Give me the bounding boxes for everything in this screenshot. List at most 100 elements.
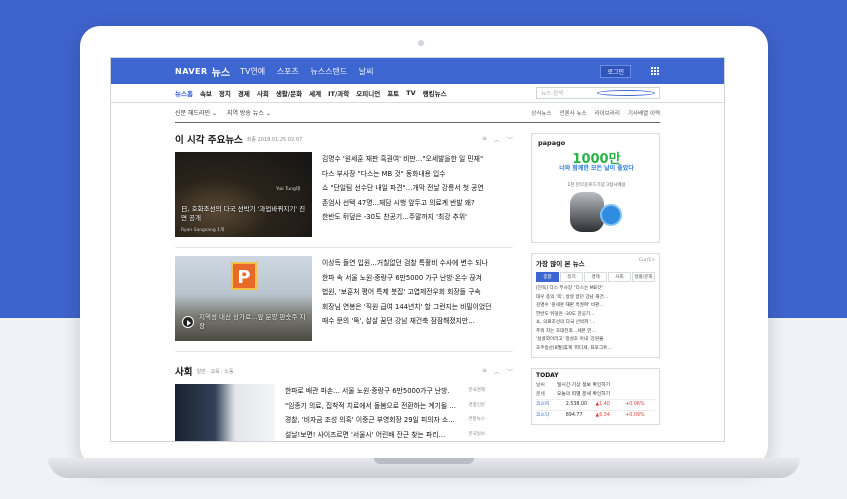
chevron-up-icon[interactable]: ︿: [494, 367, 500, 376]
menu-item-home[interactable]: 뉴스홈: [175, 88, 193, 98]
stock-row-kospi[interactable]: 코스피 2,538.00 ▲1.40 +0.06%: [536, 399, 655, 410]
menu-item-it[interactable]: IT/과학: [328, 88, 349, 98]
news-thumbnail-2[interactable]: P 지역성 내신 상가로…앞 분양 판숫주 지장: [175, 256, 312, 341]
menu-item-tv[interactable]: TV: [406, 89, 415, 97]
main-news-title: 이 시각 주요뉴스: [175, 135, 243, 146]
headline-item[interactable]: 한파 속 서울 노원·중랑구 6만5000 가구 난방·온수 끊겨: [322, 271, 512, 286]
play-icon[interactable]: [182, 316, 194, 328]
ranking-item[interactable]: 대우 종의 '쪽', 살살 끌던 강남 재건…: [536, 294, 655, 303]
thumbnail-caption-1[interactable]: 日, 호화조선의 다국 선박기 '과업바꿔지기' 진면 공개: [181, 205, 306, 223]
ranking-item[interactable]: 한반도 뒤덮은 -30도 찬공기…: [536, 311, 655, 320]
divider: [175, 247, 513, 248]
society-title: 사회: [175, 367, 193, 378]
news-block-2: P 지역성 내신 상가로…앞 분양 판숫주 지장 이상득 돌연 입원…거칠없던 …: [175, 256, 513, 341]
ranking-pager[interactable]: Cur/1>: [639, 258, 655, 268]
headline-list-1: 김명수 '원세훈 재판 흑권여' 비판…"오세발을한 일 민재" 다스 부사장 …: [322, 152, 512, 237]
today-fortune-row[interactable]: 운세 오늘의 띠별 운세 확인하기: [536, 390, 655, 399]
headline-list-2: 이상득 돌연 입원…거칠없던 검찰 특활비 수사에 변수 되나 한파 속 서울 …: [322, 256, 512, 341]
society-subtabs[interactable]: 일반 · 교육 · 노동: [196, 368, 233, 375]
thumbnail-credit: Ryan Sangsang 1개: [181, 228, 225, 233]
apps-grid-icon[interactable]: [651, 66, 660, 76]
chevron-up-icon[interactable]: ︿: [494, 135, 500, 144]
menu-item-society[interactable]: 사회: [257, 88, 269, 98]
headline-item[interactable]: 존엄사 선택 47명...재담 시행 앞두고 의료계 반발 왜?: [322, 196, 512, 211]
headline-item[interactable]: 회장님 연봉은 '직원 급여 144년치' 할 그런지는 비밀이었던: [322, 300, 512, 315]
chevron-down-icon[interactable]: ﹀: [507, 135, 513, 144]
main-column: 이 시각 주요뉴스 최종 2018.01.25 02:07 ≡ ︿ ﹀ Yuk …: [175, 128, 513, 442]
headline-item[interactable]: 법원, '보훈처 평어 특제 붓잡' 고엽제전우회 회장들 구속: [322, 285, 512, 300]
login-button[interactable]: 로그인: [600, 64, 631, 78]
chevron-down-icon[interactable]: ﹀: [507, 367, 513, 376]
ranking-tabs: 종합 정치 경제 사회 생활/문화: [536, 272, 655, 282]
headline-item[interactable]: "임종기 의료, 집착적 치료에서 돌봄으로 전환하는 계기될 … 경향신문: [285, 399, 485, 414]
list-view-icon[interactable]: ≡: [482, 367, 487, 376]
laptop-notch: [374, 458, 474, 464]
headline-item[interactable]: 다스 부사장 "다스는 MB 것" 동화내용 입수: [322, 167, 512, 182]
top-link-weather[interactable]: 날씨: [359, 67, 374, 76]
subnav-link-1[interactable]: 상식뉴스: [531, 109, 551, 117]
headline-item[interactable]: 한반도 뒤덮은 -30도 찬공기…주말까지 '최강 추위': [322, 210, 512, 225]
menu-item-opinion[interactable]: 오피니언: [356, 88, 380, 98]
stock-row-kosdaq[interactable]: 코스닥 894.77 ▲6.34 +0.09%: [536, 410, 655, 421]
top-links: TV연예 스포츠 뉴스스탠드 날씨: [240, 66, 382, 77]
main-news-header: 이 시각 주요뉴스 최종 2018.01.25 02:07 ≡ ︿ ﹀: [175, 128, 513, 150]
camera-dot: [418, 40, 424, 46]
ranking-list: [단독] 다스 부사장 "다스는 MB것" 대우 종의 '쪽', 살살 끌던 강…: [536, 285, 655, 353]
ad-brand: papago: [538, 139, 566, 147]
headline-item[interactable]: 김명수 '원세훈 재판 흑권여' 비판…"오세발을한 일 민재": [322, 152, 512, 167]
search-placeholder: 뉴스 검색: [541, 91, 563, 97]
newspaper-headline-dropdown[interactable]: 신문 헤드라인 ⌄: [175, 108, 217, 117]
headline-item[interactable]: 매수 문의 '뚝', 살살 꿈던 강남 재건축 잠잠해졌지만…: [322, 314, 512, 329]
ranking-item[interactable]: 쇼, 의료조선의 다국 선박파 '…: [536, 319, 655, 328]
society-thumbnail[interactable]: [175, 384, 275, 441]
thumbnail-caption-2[interactable]: 지역성 내신 상가로…앞 분양 판숫주 지장: [199, 313, 307, 331]
ranking-tab[interactable]: 생활/문화: [632, 272, 655, 282]
menu-item-economy[interactable]: 경제: [238, 88, 250, 98]
ranking-item[interactable]: '실골외이러고' 정성호 이내 '강원물.: [536, 336, 655, 345]
side-column: papago 1000만 너와 함께한 모든 날이 좋았다 1천 만다운로드기념…: [531, 133, 660, 425]
top-link-tv[interactable]: TV연예: [240, 67, 265, 76]
search-input[interactable]: 뉴스 검색: [536, 87, 660, 99]
top-link-newsstand[interactable]: 뉴스스탠드: [310, 67, 347, 76]
headline-item[interactable]: 이상득 돌연 입원…거칠없던 검찰 특활비 수사에 변수 되나: [322, 256, 512, 271]
ranking-tab[interactable]: 사회: [608, 272, 631, 282]
headline-item[interactable]: 설날!보면! 사이즈르면 '서울시' 어린배 잔근 찾는 파리… 한국일보: [285, 428, 485, 442]
menu-item-politics[interactable]: 정치: [219, 88, 231, 98]
ranking-tab[interactable]: 종합: [536, 272, 559, 282]
list-view-icon[interactable]: ≡: [482, 135, 487, 144]
today-weather-row[interactable]: 날씨 일시간·기상 정보 확인하기: [536, 381, 655, 390]
headline-item[interactable]: 경찰, '비자금 조성 의혹' 이중근 부영회장 29일 피의자 소… 연합뉴스: [285, 413, 485, 428]
menu-item-life[interactable]: 생활/문화: [276, 88, 302, 98]
local-broadcast-dropdown[interactable]: 지역 방송 뉴스 ⌄: [227, 108, 271, 117]
ranking-item[interactable]: 추워 지는 호대전최…세폰 언…: [536, 328, 655, 337]
search-icon[interactable]: [597, 90, 655, 96]
subnav-link-2[interactable]: 언론사 뉴스: [560, 109, 587, 117]
headline-item[interactable]: 쇼 "단일팀 선수단 내일 파견"…개막 전날 강릉서 첫 공연: [322, 181, 512, 196]
menu-item-ranking[interactable]: 랭킹뉴스: [423, 88, 447, 98]
subnav-link-3[interactable]: 라이브러리: [595, 109, 620, 117]
ranking-tab[interactable]: 경제: [584, 272, 607, 282]
menu-item-photo[interactable]: 포토: [387, 88, 399, 98]
top-bar: NAVER 뉴스 TV연예 스포츠 뉴스스탠드 날씨 로그인: [111, 58, 724, 84]
ranking-box: 가장 많이 본 뉴스 Cur/1> 종합 정치 경제 사회 생활/문화 [단독]…: [531, 253, 660, 358]
society-headline-list: 한파로 배관 파손… 서울 노원·중랑구 6만5000가구 난방. 한국경제 "임…: [285, 384, 485, 442]
papago-ad-banner[interactable]: papago 1000만 너와 함께한 모든 날이 좋았다 1천 만다운로드기념…: [531, 133, 660, 243]
ranking-item[interactable]: [단독] 다스 부사장 "다스는 MB것": [536, 285, 655, 294]
naver-logo[interactable]: NAVER: [175, 67, 208, 76]
menu-item-world[interactable]: 세계: [309, 88, 321, 98]
sub-navigation: 신문 헤드라인 ⌄ 지역 방송 뉴스 ⌄ 상식뉴스 언론사 뉴스 라이브러리 기…: [175, 103, 660, 123]
top-link-sports[interactable]: 스포츠: [277, 67, 299, 76]
menu-bar: 뉴스홈 속보 정치 경제 사회 생활/문화 세계 IT/과학 오피니언 포토 T…: [111, 84, 724, 103]
menu-item-breaking[interactable]: 속보: [200, 88, 212, 98]
subnav-link-4[interactable]: 기사배열 이력: [628, 109, 660, 117]
speaker-image: [570, 192, 604, 232]
news-thumbnail-1[interactable]: Yuk Tung태 日, 호화조선의 다국 선박기 '과업바꿔지기' 진면 공개…: [175, 152, 312, 237]
ranking-header: 가장 많이 본 뉴스 Cur/1>: [536, 258, 655, 268]
ranking-tab[interactable]: 정치: [560, 272, 583, 282]
news-logo[interactable]: 뉴스: [212, 64, 230, 79]
headline-item[interactable]: 한파로 배관 파손… 서울 노원·중랑구 6만5000가구 난방. 한국경제: [285, 384, 485, 399]
ranking-item[interactable]: 호주동산[8월]휴계 '파다세, 프로그트…: [536, 345, 655, 354]
divider: [175, 351, 513, 352]
ranking-title: 가장 많이 본 뉴스: [536, 260, 585, 268]
ranking-item[interactable]: 김명수 '원세훈 재판 흑권여' 비판…: [536, 302, 655, 311]
